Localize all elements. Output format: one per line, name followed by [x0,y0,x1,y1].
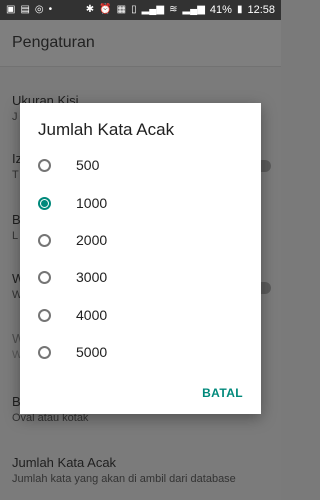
option-label: 3000 [76,269,108,285]
signal2-icon: ▂▄▆ [182,4,205,15]
dialog-title: Jumlah Kata Acak [38,120,175,139]
vibrate-icon: ▯ [131,4,137,15]
clock: 12:58 [247,4,275,16]
status-bar: ▣ ▤ ◎ • ✱ ⏰ ▦ ▯ ▂▄▆ ≋ ▂▄▆ 41% ▮ 12:58 [0,0,281,20]
option-label: 4000 [76,307,108,323]
option-5000[interactable]: 5000 [38,336,248,368]
pref-title: Jumlah Kata Acak [12,455,117,470]
pref-random-word-count[interactable]: Jumlah Kata Acak Jumlah kata yang akan d… [0,454,281,486]
status-left: ▣ ▤ ◎ • [6,5,52,15]
signal-icon: ▂▄▆ [141,4,165,15]
nfc-icon: ▦ [116,4,127,15]
battery-icon: ▮ [236,4,243,15]
radio-dot [41,199,48,207]
pref-summary: Jumlah kata yang akan di ambil dari data… [12,473,236,485]
wifi-icon: ≋ [169,4,178,15]
option-label: 2000 [76,232,108,248]
option-1000[interactable]: 1000 [38,187,248,219]
image-icon: ▣ [6,4,16,15]
radio-unchecked-icon[interactable] [38,233,51,247]
cancel-button[interactable]: BATAL [202,386,243,400]
radio-unchecked-icon[interactable] [38,158,51,172]
toolbar: Pengaturan [0,20,281,67]
alarm-icon: ⏰ [99,4,112,15]
page-title: Pengaturan [12,34,95,51]
message-icon: ▤ [20,4,30,15]
whatsapp-icon: ◎ [34,4,44,15]
battery-percent: 41% [209,4,232,16]
option-label: 1000 [76,195,108,211]
option-4000[interactable]: 4000 [38,299,248,331]
radio-unchecked-icon[interactable] [38,345,51,359]
dot-icon: • [48,4,53,15]
option-label: 500 [76,157,100,173]
word-count-dialog: Jumlah Kata Acak 500 1000 2000 3000 4000… [20,103,261,414]
option-label: 5000 [76,344,108,360]
status-right: ✱ ⏰ ▦ ▯ ▂▄▆ ≋ ▂▄▆ 41% ▮ 12:58 [86,4,275,16]
radio-unchecked-icon[interactable] [38,308,51,322]
radio-checked-icon[interactable] [38,196,51,210]
radio-unchecked-icon[interactable] [38,270,51,284]
option-2000[interactable]: 2000 [38,224,248,256]
option-3000[interactable]: 3000 [38,261,248,293]
bluetooth-icon: ✱ [85,4,95,15]
option-500[interactable]: 500 [38,149,248,181]
